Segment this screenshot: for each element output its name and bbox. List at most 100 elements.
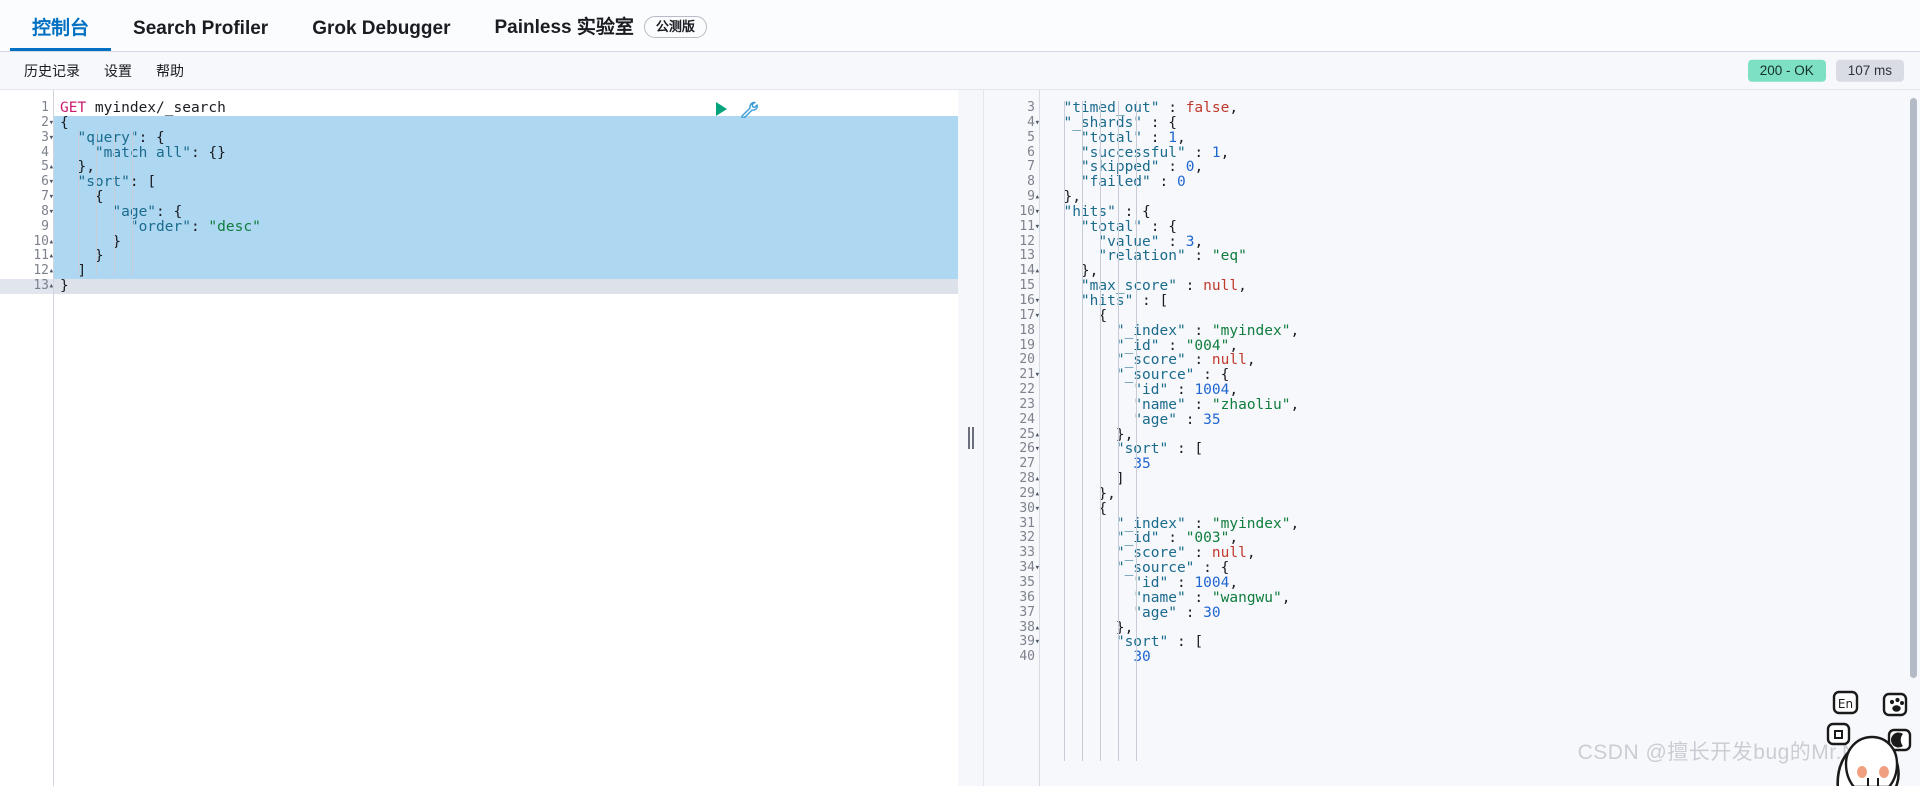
line-number[interactable]: 16 ▾: [984, 293, 1040, 309]
code-line[interactable]: "id" : 1004,: [1040, 576, 1920, 591]
response-viewer-pane[interactable]: 3 4 ▾ 5 6 7 8 9 ▴ 10 ▾ 11 ▾ 12 13 14 ▴ 15 16 ▾ 17 ▾ 18 19 20 21 ▾ 2…: [984, 90, 1920, 786]
primary-tab-3[interactable]: Grok Debugger: [290, 19, 472, 51]
response-code-area[interactable]: 3 4 ▾ 5 6 7 8 9 ▴ 10 ▾ 11 ▾ 12 13 14 ▴ 15 16 ▾ 17 ▾ 18 19 20 21 ▾ 2…: [984, 90, 1920, 786]
code-line[interactable]: "_source" : {: [1040, 368, 1920, 383]
request-code-lines[interactable]: GET myindex/_search{ "query": { "match_a…: [54, 90, 958, 786]
primary-tab-2[interactable]: Search Profiler: [111, 19, 290, 51]
line-number[interactable]: 11 ▾: [984, 219, 1040, 235]
line-number[interactable]: 29 ▴: [984, 486, 1040, 502]
code-line[interactable]: "_score" : null,: [1040, 546, 1920, 561]
response-vertical-scrollbar[interactable]: [1910, 98, 1917, 678]
request-editor-pane[interactable]: 1 2 ▾ 3 ▾ 4 5 ▴ 6 ▾ 7 ▾ 8 ▾ 9 10 ▴ 11 ▴ 12 ▴ 13 ▴ GET myindex/…: [0, 90, 958, 786]
line-number[interactable]: 3 ▾: [0, 130, 54, 146]
code-line[interactable]: }: [54, 279, 958, 294]
code-line[interactable]: },: [1040, 264, 1920, 279]
code-line[interactable]: "hits" : {: [1040, 204, 1920, 220]
response-gutter[interactable]: 3 4 ▾ 5 6 7 8 9 ▴ 10 ▾ 11 ▾ 12 13 14 ▴ 15 16 ▾ 17 ▾ 18 19 20 21 ▾ 2…: [984, 90, 1040, 786]
line-number[interactable]: 40: [984, 649, 1039, 665]
line-number[interactable]: 21 ▾: [984, 367, 1040, 383]
code-line[interactable]: 35: [1040, 457, 1920, 472]
line-number[interactable]: 32: [984, 531, 1039, 546]
code-line[interactable]: "failed" : 0: [1040, 175, 1920, 190]
line-number[interactable]: 30 ▾: [984, 501, 1040, 517]
sub-nav-item-3[interactable]: 帮助: [144, 61, 196, 81]
code-line[interactable]: "_id" : "003",: [1040, 531, 1920, 546]
line-number[interactable]: 6: [984, 145, 1039, 161]
line-number[interactable]: 22: [984, 382, 1039, 398]
line-number[interactable]: 26 ▾: [984, 442, 1040, 457]
line-number[interactable]: 36: [984, 590, 1039, 606]
code-line[interactable]: {: [1040, 501, 1920, 517]
line-number[interactable]: 20: [984, 352, 1039, 368]
code-line[interactable]: "age" : 30: [1040, 605, 1920, 621]
code-line[interactable]: "age": {: [54, 204, 958, 220]
wrench-icon[interactable]: [739, 99, 758, 118]
line-number[interactable]: 28 ▴: [984, 471, 1040, 487]
line-number[interactable]: 37: [984, 605, 1039, 621]
sub-nav-item-2[interactable]: 设置: [92, 61, 144, 81]
code-line[interactable]: }: [54, 249, 958, 265]
line-number[interactable]: 12 ▴: [0, 263, 54, 279]
code-line[interactable]: "total" : 1,: [1040, 130, 1920, 146]
code-line[interactable]: "match_all": {}: [54, 145, 958, 161]
code-line[interactable]: ]: [1040, 472, 1920, 487]
line-number[interactable]: 3: [984, 100, 1039, 116]
line-number[interactable]: 31: [984, 516, 1039, 532]
line-number[interactable]: 8: [984, 174, 1039, 190]
code-line[interactable]: "sort": [: [54, 175, 958, 191]
code-line[interactable]: "_source" : {: [1040, 561, 1920, 576]
splitter-grip-icon[interactable]: [967, 427, 974, 449]
code-line[interactable]: "name" : "wangwu",: [1040, 590, 1920, 606]
line-number[interactable]: 7 ▾: [0, 189, 54, 205]
code-line[interactable]: "_shards" : {: [1040, 115, 1920, 131]
line-number[interactable]: 17 ▾: [984, 308, 1040, 324]
code-line[interactable]: },: [1040, 620, 1920, 636]
line-number[interactable]: 13: [984, 249, 1039, 264]
line-number[interactable]: 12: [984, 234, 1039, 250]
line-number[interactable]: 18: [984, 323, 1039, 339]
line-number[interactable]: 38 ▴: [984, 620, 1040, 636]
line-number[interactable]: 34 ▾: [984, 560, 1040, 576]
code-line[interactable]: "_index" : "myindex",: [1040, 323, 1920, 339]
line-number[interactable]: 8 ▾: [0, 204, 54, 220]
code-line[interactable]: ]: [54, 264, 958, 280]
line-number[interactable]: 4 ▾: [984, 115, 1040, 131]
line-number[interactable]: 39 ▾: [984, 635, 1040, 650]
code-line[interactable]: "_index" : "myindex",: [1040, 516, 1920, 532]
line-number[interactable]: 14 ▴: [984, 263, 1040, 279]
code-line[interactable]: "skipped" : 0,: [1040, 160, 1920, 175]
line-number[interactable]: 13 ▴: [0, 278, 54, 294]
line-number[interactable]: 25 ▴: [984, 427, 1040, 443]
code-line[interactable]: "hits" : [: [1040, 294, 1920, 309]
line-number[interactable]: 9 ▴: [984, 189, 1040, 205]
code-line[interactable]: "value" : 3,: [1040, 234, 1920, 250]
line-number[interactable]: 4: [0, 145, 53, 161]
line-number[interactable]: 15: [984, 278, 1039, 294]
line-number[interactable]: 24: [984, 412, 1039, 428]
code-line[interactable]: {: [1040, 308, 1920, 324]
code-line[interactable]: 30: [1040, 650, 1920, 665]
run-request-play-icon[interactable]: [716, 101, 727, 116]
line-number[interactable]: 11 ▴: [0, 249, 54, 264]
code-line[interactable]: "relation" : "eq": [1040, 249, 1920, 264]
line-number[interactable]: 9: [0, 219, 53, 235]
line-number[interactable]: 19: [984, 338, 1039, 354]
code-line[interactable]: "_score" : null,: [1040, 353, 1920, 368]
code-line[interactable]: "query": {: [54, 130, 958, 146]
code-line[interactable]: "order": "desc": [54, 219, 958, 235]
request-code-area[interactable]: 1 2 ▾ 3 ▾ 4 5 ▴ 6 ▾ 7 ▾ 8 ▾ 9 10 ▴ 11 ▴ 12 ▴ 13 ▴ GET myindex/…: [0, 90, 958, 786]
line-number[interactable]: 10 ▴: [0, 234, 54, 250]
code-line[interactable]: "sort" : [: [1040, 635, 1920, 650]
line-number[interactable]: 6 ▾: [0, 174, 54, 190]
code-line[interactable]: "_id" : "004",: [1040, 338, 1920, 354]
code-line[interactable]: "age" : 35: [1040, 412, 1920, 428]
code-line[interactable]: {: [54, 115, 958, 131]
line-number[interactable]: 33: [984, 545, 1039, 561]
code-line[interactable]: "successful" : 1,: [1040, 145, 1920, 161]
code-line[interactable]: }: [54, 234, 958, 250]
code-line[interactable]: "total" : {: [1040, 219, 1920, 235]
code-line[interactable]: },: [1040, 427, 1920, 443]
code-line[interactable]: GET myindex/_search: [54, 101, 958, 116]
primary-tab-1[interactable]: 控制台: [10, 19, 111, 51]
code-line[interactable]: "timed_out" : false,: [1040, 101, 1920, 116]
